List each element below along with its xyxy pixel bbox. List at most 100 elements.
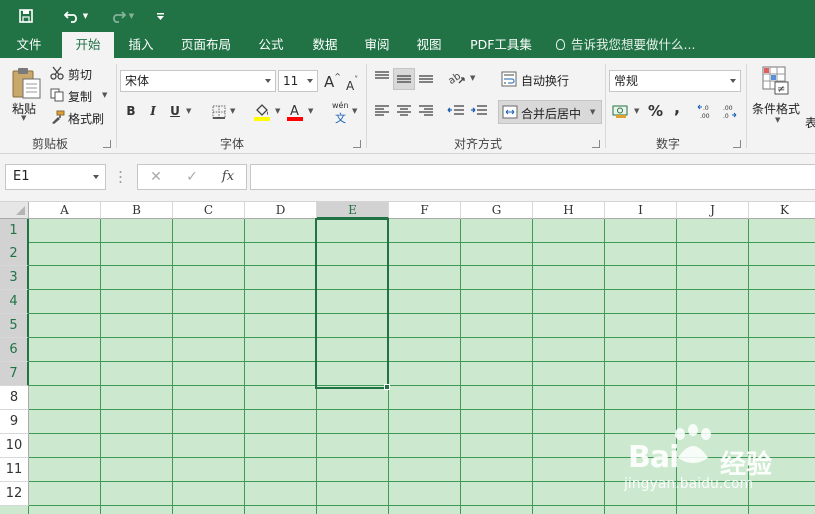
column-header-a[interactable]: A xyxy=(29,202,101,219)
tab-file[interactable]: 文件 xyxy=(4,32,54,58)
underline-dropdown-icon[interactable]: ▼ xyxy=(186,107,191,115)
tell-me-search[interactable]: 告诉我您想要做什么... xyxy=(556,32,695,58)
cut-button[interactable]: 剪切 xyxy=(68,66,92,83)
column-header-j[interactable]: J xyxy=(677,202,749,219)
comma-button[interactable]: , xyxy=(674,98,680,117)
merge-center-button[interactable]: 合并后居中 ▼ xyxy=(498,100,602,124)
column-header-e[interactable]: E xyxy=(317,202,389,219)
font-name-combo[interactable]: 宋体 xyxy=(120,70,276,92)
column-header-c[interactable]: C xyxy=(173,202,245,219)
align-left-button[interactable] xyxy=(374,104,390,121)
format-painter-icon[interactable] xyxy=(50,110,65,127)
row-header-6[interactable]: 6 xyxy=(0,338,29,362)
align-middle-button[interactable] xyxy=(393,68,415,90)
redo-button[interactable]: ▼ xyxy=(104,0,140,32)
save-button[interactable] xyxy=(14,0,38,32)
conditional-dropdown-icon[interactable]: ▼ xyxy=(775,116,780,124)
cancel-button[interactable]: ✕ xyxy=(146,165,166,189)
percent-button[interactable]: % xyxy=(648,102,663,120)
orientation-button[interactable]: ab xyxy=(446,70,466,89)
undo-dropdown-icon[interactable]: ▼ xyxy=(83,12,88,20)
align-right-button[interactable] xyxy=(418,104,434,121)
border-dropdown-icon[interactable]: ▼ xyxy=(230,107,235,115)
shrink-font-button[interactable]: A˅ xyxy=(346,75,358,93)
row-header-8[interactable]: 8 xyxy=(0,386,29,410)
row-header-9[interactable]: 9 xyxy=(0,410,29,434)
column-header-f[interactable]: F xyxy=(389,202,461,219)
fill-color-dropdown-icon[interactable]: ▼ xyxy=(275,107,280,115)
clipboard-launcher-icon[interactable] xyxy=(103,140,111,148)
select-all-button[interactable] xyxy=(0,202,29,219)
grow-font-button[interactable]: A^ xyxy=(324,72,341,91)
tab-view[interactable]: 视图 xyxy=(406,32,452,58)
fill-handle[interactable] xyxy=(384,384,390,390)
fill-color-button[interactable] xyxy=(254,103,270,124)
row-header-1[interactable]: 1 xyxy=(0,219,29,243)
splitter-dots-icon[interactable] xyxy=(119,169,122,185)
row-header-12[interactable]: 12 xyxy=(0,482,29,506)
increase-indent-button[interactable] xyxy=(470,104,488,121)
align-center-button[interactable] xyxy=(396,104,412,121)
alignment-launcher-icon[interactable] xyxy=(592,140,600,148)
format-as-table-button[interactable]: 表 xyxy=(805,114,815,131)
formula-input[interactable] xyxy=(250,164,815,190)
enter-button[interactable]: ✓ xyxy=(182,165,202,189)
row-header-4[interactable]: 4 xyxy=(0,290,29,314)
cut-icon[interactable] xyxy=(50,66,64,83)
row-header-10[interactable]: 10 xyxy=(0,434,29,458)
font-launcher-icon[interactable] xyxy=(353,140,361,148)
paste-button[interactable] xyxy=(10,66,44,100)
tab-insert[interactable]: 插入 xyxy=(118,32,164,58)
align-bottom-button[interactable] xyxy=(418,70,434,87)
bold-button[interactable]: B xyxy=(124,104,138,118)
row-header-11[interactable]: 11 xyxy=(0,458,29,482)
number-format-combo[interactable]: 常规 xyxy=(609,70,741,92)
decrease-indent-button[interactable] xyxy=(447,104,465,121)
phonetic-bottom-label[interactable]: 文 xyxy=(335,110,346,126)
redo-dropdown-icon[interactable]: ▼ xyxy=(129,12,134,20)
tab-review[interactable]: 审阅 xyxy=(354,32,400,58)
conditional-format-button[interactable]: 条件格式 xyxy=(752,100,800,117)
accounting-dropdown-icon[interactable]: ▼ xyxy=(634,107,639,115)
font-color-button[interactable]: A xyxy=(287,103,303,124)
font-size-combo[interactable]: 11 xyxy=(278,70,318,92)
name-box[interactable]: E1 xyxy=(5,164,106,190)
copy-dropdown-icon[interactable]: ▼ xyxy=(102,91,107,99)
selection-range[interactable] xyxy=(315,218,389,389)
tab-pdf-tools[interactable]: PDF工具集 xyxy=(462,32,540,58)
font-color-dropdown-icon[interactable]: ▼ xyxy=(308,107,313,115)
conditional-format-icon[interactable]: ≠ xyxy=(762,66,790,99)
format-painter-button[interactable]: 格式刷 xyxy=(68,110,104,127)
column-header-i[interactable]: I xyxy=(605,202,677,219)
accounting-format-button[interactable] xyxy=(612,103,630,122)
copy-button[interactable]: 复制 xyxy=(68,88,92,105)
undo-button[interactable]: ▼ xyxy=(58,0,94,32)
row-header-2[interactable]: 2 xyxy=(0,242,29,266)
decrease-decimal-button[interactable]: .00.0 xyxy=(722,103,742,122)
copy-icon[interactable] xyxy=(50,88,64,105)
column-header-d[interactable]: D xyxy=(245,202,317,219)
wrap-text-icon[interactable] xyxy=(501,71,517,90)
border-button[interactable] xyxy=(212,105,226,122)
orientation-dropdown-icon[interactable]: ▼ xyxy=(470,74,475,82)
italic-button[interactable]: I xyxy=(146,104,160,118)
tab-data[interactable]: 数据 xyxy=(302,32,348,58)
tab-home[interactable]: 开始 xyxy=(62,32,114,58)
increase-decimal-button[interactable]: .0.00 xyxy=(697,103,717,122)
row-header-5[interactable]: 5 xyxy=(0,314,29,338)
wrap-text-button[interactable]: 自动换行 xyxy=(521,72,569,89)
paste-dropdown-icon[interactable]: ▼ xyxy=(21,114,26,122)
row-header-7[interactable]: 7 xyxy=(0,362,29,386)
underline-button[interactable]: U xyxy=(167,104,183,118)
column-header-b[interactable]: B xyxy=(101,202,173,219)
phonetic-top-label[interactable]: wén xyxy=(332,101,349,110)
phonetic-dropdown-icon[interactable]: ▼ xyxy=(352,107,357,115)
column-header-h[interactable]: H xyxy=(533,202,605,219)
insert-function-button[interactable]: fx xyxy=(218,165,238,189)
align-top-button[interactable] xyxy=(374,70,390,87)
tab-formulas[interactable]: 公式 xyxy=(248,32,294,58)
column-header-k[interactable]: K xyxy=(749,202,815,219)
tab-page-layout[interactable]: 页面布局 xyxy=(172,32,240,58)
customize-qat-button[interactable] xyxy=(152,0,168,32)
column-header-g[interactable]: G xyxy=(461,202,533,219)
